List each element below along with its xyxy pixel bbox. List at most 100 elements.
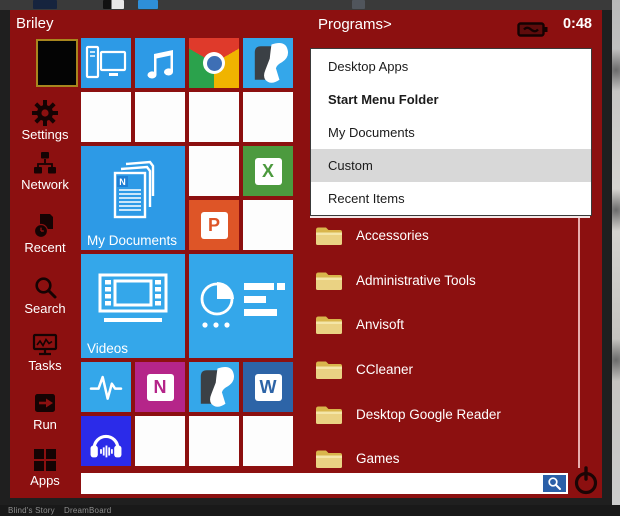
tile-powerpoint[interactable]: P	[189, 200, 239, 250]
headphones-icon	[90, 434, 122, 458]
taskbar-window-title[interactable]: DreamBoard	[64, 506, 111, 515]
power-icon	[574, 466, 598, 495]
user-name[interactable]: Briley	[16, 15, 54, 32]
folder-list-scrollbar[interactable]	[578, 218, 580, 468]
gear-icon	[32, 100, 58, 126]
onenote-icon: N	[146, 373, 174, 401]
search-bar	[81, 473, 568, 496]
power-button[interactable]	[572, 466, 600, 496]
desktop-top-strip	[0, 0, 612, 10]
sidebar-item-label: Apps	[30, 473, 60, 488]
computer-icon	[85, 45, 127, 79]
powerpoint-icon: P	[200, 211, 228, 239]
sidebar-item-settings[interactable]: Settings	[10, 100, 80, 142]
sidebar-item-label: Tasks	[28, 358, 62, 373]
tasks-monitor-icon	[32, 333, 58, 356]
dropdown-item-recent-items[interactable]: Recent Items	[311, 182, 591, 215]
tile-pulse[interactable]	[81, 362, 131, 412]
pie-chart-list-icon	[200, 282, 285, 328]
tile-reviver-2[interactable]	[189, 362, 239, 412]
sidebar-item-label: Run	[33, 417, 57, 432]
folder-label: Desktop Google Reader	[356, 406, 501, 422]
desktop-icon[interactable]	[138, 0, 158, 9]
chrome-logo-icon	[203, 52, 225, 74]
dropdown-item-desktop-apps[interactable]: Desktop Apps	[311, 50, 591, 83]
chrome-logo-core	[206, 55, 222, 71]
folder-label: Games	[356, 450, 400, 466]
programs-breadcrumb[interactable]: Programs>	[318, 16, 392, 33]
sidebar-item-search[interactable]: Search	[10, 275, 80, 316]
folder-icon	[316, 227, 342, 245]
desktop-icon[interactable]	[33, 0, 57, 9]
folder-item-ccleaner[interactable]: CCleaner	[315, 356, 413, 382]
tile-computer[interactable]	[81, 38, 131, 88]
folder-label: Anvisoft	[356, 316, 405, 332]
desktop-icon[interactable]	[103, 0, 124, 9]
documents-stack-icon: N	[113, 160, 155, 219]
search-input[interactable]	[85, 473, 539, 496]
tile-videos[interactable]: Videos	[81, 254, 185, 358]
folder-item-administrative-tools[interactable]: Administrative Tools	[315, 267, 476, 293]
recent-icon	[33, 214, 53, 239]
mydocs-badge-letter: N	[119, 177, 126, 187]
run-icon	[35, 394, 55, 412]
pulse-icon	[89, 375, 123, 400]
wallpaper-art	[612, 330, 620, 390]
tile-empty[interactable]	[189, 146, 239, 196]
programs-dropdown: Desktop Apps Start Menu Folder My Docume…	[310, 48, 592, 216]
tile-empty[interactable]	[243, 92, 293, 142]
reviver-logo-icon	[254, 43, 289, 83]
start-menu-panel: Briley Settings Network Recent Search Ta…	[10, 10, 602, 498]
tile-empty[interactable]	[189, 416, 239, 466]
tile-audio[interactable]	[81, 416, 131, 466]
folder-icon	[316, 406, 342, 424]
tile-my-documents[interactable]: N My Documents	[81, 146, 185, 250]
tile-onenote[interactable]: N	[135, 362, 185, 412]
sidebar-item-label: Search	[24, 301, 66, 316]
tile-reviver[interactable]	[243, 38, 293, 88]
folder-item-games[interactable]: Games	[315, 445, 400, 471]
sidebar-item-label: Recent	[24, 240, 66, 255]
sidebar-item-network[interactable]: Network	[10, 151, 80, 192]
music-note-icon	[147, 50, 173, 79]
folder-item-anvisoft[interactable]: Anvisoft	[315, 311, 404, 337]
user-avatar[interactable]	[36, 39, 78, 87]
sidebar-item-recent[interactable]: Recent	[10, 213, 80, 255]
tile-grid: N My Documents X P Videos N W	[81, 38, 293, 466]
wallpaper-art	[612, 40, 620, 100]
folder-icon	[316, 272, 342, 290]
network-icon	[34, 152, 56, 174]
tile-word[interactable]: W	[243, 362, 293, 412]
tile-empty[interactable]	[243, 200, 293, 250]
tile-music[interactable]	[135, 38, 185, 88]
sidebar-item-apps[interactable]: Apps	[10, 448, 80, 488]
tile-empty[interactable]	[135, 416, 185, 466]
dropdown-item-custom[interactable]: Custom	[311, 149, 591, 182]
tile-excel[interactable]: X	[243, 146, 293, 196]
tile-label: My Documents	[87, 233, 178, 248]
folder-item-accessories[interactable]: Accessories	[315, 222, 429, 248]
sidebar-item-run[interactable]: Run	[10, 391, 80, 432]
sidebar-item-tasks[interactable]: Tasks	[10, 333, 80, 373]
folder-label: CCleaner	[356, 361, 414, 377]
tile-dashboard[interactable]	[189, 254, 293, 358]
dropdown-item-start-menu-folder[interactable]: Start Menu Folder	[311, 83, 591, 116]
film-strip-icon	[98, 273, 168, 322]
excel-icon: X	[254, 157, 282, 185]
tile-empty[interactable]	[135, 92, 185, 142]
word-icon: W	[254, 373, 282, 401]
battery-icon	[517, 21, 549, 43]
desktop-wallpaper	[612, 0, 620, 505]
folder-item-desktop-google-reader[interactable]: Desktop Google Reader	[315, 401, 501, 427]
desktop-icon[interactable]	[352, 0, 365, 9]
folder-icon	[316, 450, 342, 468]
folder-icon	[316, 316, 342, 334]
tile-chrome[interactable]	[189, 38, 239, 88]
dropdown-item-my-documents[interactable]: My Documents	[311, 116, 591, 149]
wallpaper-art	[612, 180, 620, 240]
search-button[interactable]	[543, 475, 566, 492]
tile-empty[interactable]	[243, 416, 293, 466]
tile-empty[interactable]	[189, 92, 239, 142]
taskbar-window-title[interactable]: Blind's Story	[8, 506, 55, 515]
tile-empty[interactable]	[81, 92, 131, 142]
